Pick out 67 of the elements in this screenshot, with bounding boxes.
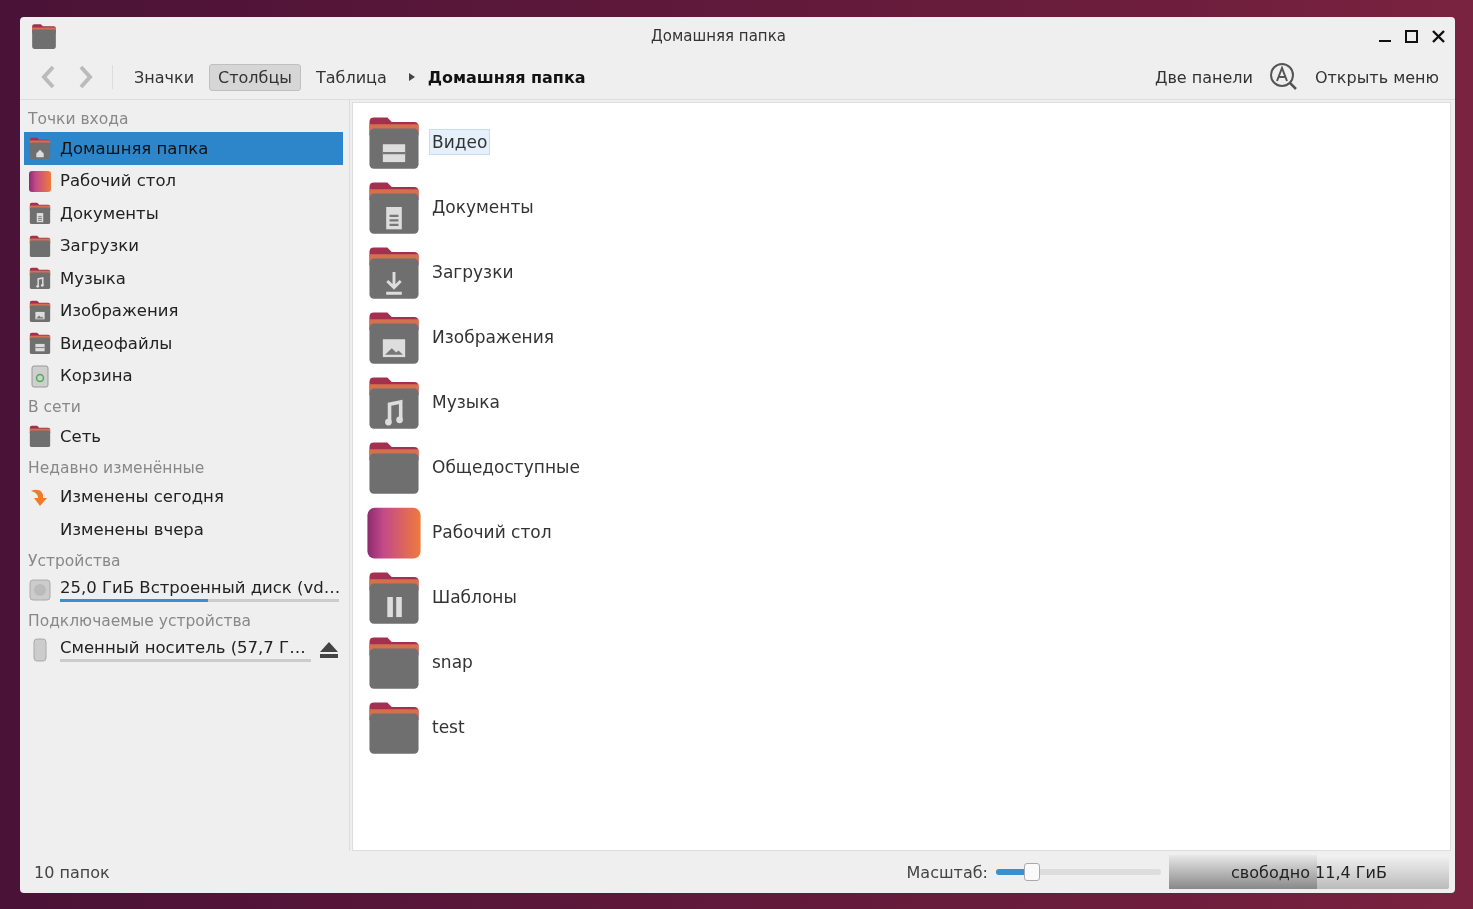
- sidebar-item-label: Рабочий стол: [60, 171, 177, 191]
- breadcrumb-arrow-icon: [407, 72, 416, 82]
- folder-name[interactable]: Общедоступные: [429, 453, 583, 480]
- dual-pane-button[interactable]: Две панели: [1150, 67, 1257, 87]
- folder-icon: [28, 201, 52, 226]
- sidebar-item-label: Документы: [60, 203, 159, 223]
- sidebar-heading: В сети: [27, 397, 82, 418]
- folder-icon: [28, 424, 52, 449]
- sidebar-heading: Точки входа: [27, 109, 130, 130]
- sidebar-item[interactable]: Сеть: [24, 420, 343, 453]
- eject-icon[interactable]: [319, 641, 339, 660]
- folder-name[interactable]: test: [429, 713, 468, 740]
- sidebar-item-label: Загрузки: [60, 236, 140, 256]
- view-tab[interactable]: Значки: [125, 63, 204, 91]
- sidebar-item[interactable]: Изображения: [24, 294, 343, 327]
- sidebar-item-label: Музыка: [60, 268, 126, 288]
- sidebar-item-label: Сменный носитель (57,7 Г…: [60, 638, 307, 658]
- folder-name[interactable]: Музыка: [429, 388, 503, 415]
- folder-icon: [28, 136, 52, 161]
- sidebar-item[interactable]: Загрузки: [24, 229, 343, 262]
- sidebar-item-label: Изменены вчера: [60, 519, 204, 539]
- folder-name[interactable]: Видео: [429, 128, 491, 155]
- zoom-label: Масштаб:: [906, 862, 988, 882]
- sidebar-heading: Недавно изменённые: [27, 457, 206, 479]
- trash-icon: [28, 363, 52, 388]
- sidebar-heading: Подключаемые устройства: [27, 611, 253, 632]
- sidebar-item[interactable]: Документы: [24, 197, 343, 230]
- sidebar-item[interactable]: Музыка: [24, 262, 343, 295]
- sidebar-item-label: Корзина: [60, 366, 133, 386]
- open-menu-button[interactable]: Открыть меню: [1310, 67, 1443, 87]
- sidebar-item-label: Видеофайлы: [60, 333, 173, 353]
- zoom-slider[interactable]: [996, 863, 1161, 881]
- sidebar-item[interactable]: 25,0 ГиБ Встроенный диск (vd…: [24, 573, 343, 606]
- sidebar-item[interactable]: Изменены сегодня: [24, 480, 343, 513]
- folder-icon: [28, 298, 52, 323]
- sidebar-item[interactable]: Сменный носитель (57,7 Г…: [24, 634, 343, 667]
- sidebar-heading: Устройства: [27, 550, 122, 572]
- folder-icon: [30, 22, 58, 50]
- window-title: Домашняя папка: [650, 27, 787, 45]
- sidebar-item[interactable]: Изменены вчера: [24, 513, 343, 546]
- sidebar-item-label: Домашняя папка: [60, 138, 209, 158]
- maximize-icon[interactable]: [1405, 29, 1418, 43]
- free-space-text: свободно 11,4 ГиБ: [1231, 862, 1387, 882]
- sidebar-item[interactable]: Рабочий стол: [24, 164, 343, 197]
- sidebar-item[interactable]: Видеофайлы: [24, 327, 343, 360]
- sidebar-item-label: Сеть: [60, 426, 101, 446]
- close-icon[interactable]: [1432, 29, 1445, 43]
- sidebar-item-label: Изменены сегодня: [60, 487, 224, 507]
- folder-name[interactable]: Шаблоны: [429, 583, 520, 610]
- folder-icon: [28, 266, 52, 291]
- folder-name[interactable]: Изображения: [429, 323, 557, 350]
- sidebar-item-label: 25,0 ГиБ Встроенный диск (vd…: [60, 577, 339, 597]
- folder-name[interactable]: Загрузки: [429, 258, 517, 285]
- search-icon[interactable]: [1268, 62, 1299, 92]
- sidebar-item-label: Изображения: [60, 301, 179, 321]
- folder-count: 10 папок: [34, 862, 110, 882]
- view-tab[interactable]: Столбцы: [209, 63, 301, 91]
- breadcrumb[interactable]: Домашняя папка: [427, 67, 586, 87]
- folder-name[interactable]: Документы: [429, 193, 537, 220]
- folder-icon: [28, 233, 52, 258]
- folder-name[interactable]: Рабочий стол: [429, 518, 555, 545]
- view-tab[interactable]: Таблица: [306, 63, 396, 91]
- desktop-icon: [28, 168, 52, 193]
- folder-icon: [28, 331, 52, 356]
- folder-name[interactable]: snap: [429, 648, 476, 675]
- sidebar-item[interactable]: Корзина: [24, 359, 343, 392]
- sidebar-item[interactable]: Домашняя папка: [24, 132, 343, 165]
